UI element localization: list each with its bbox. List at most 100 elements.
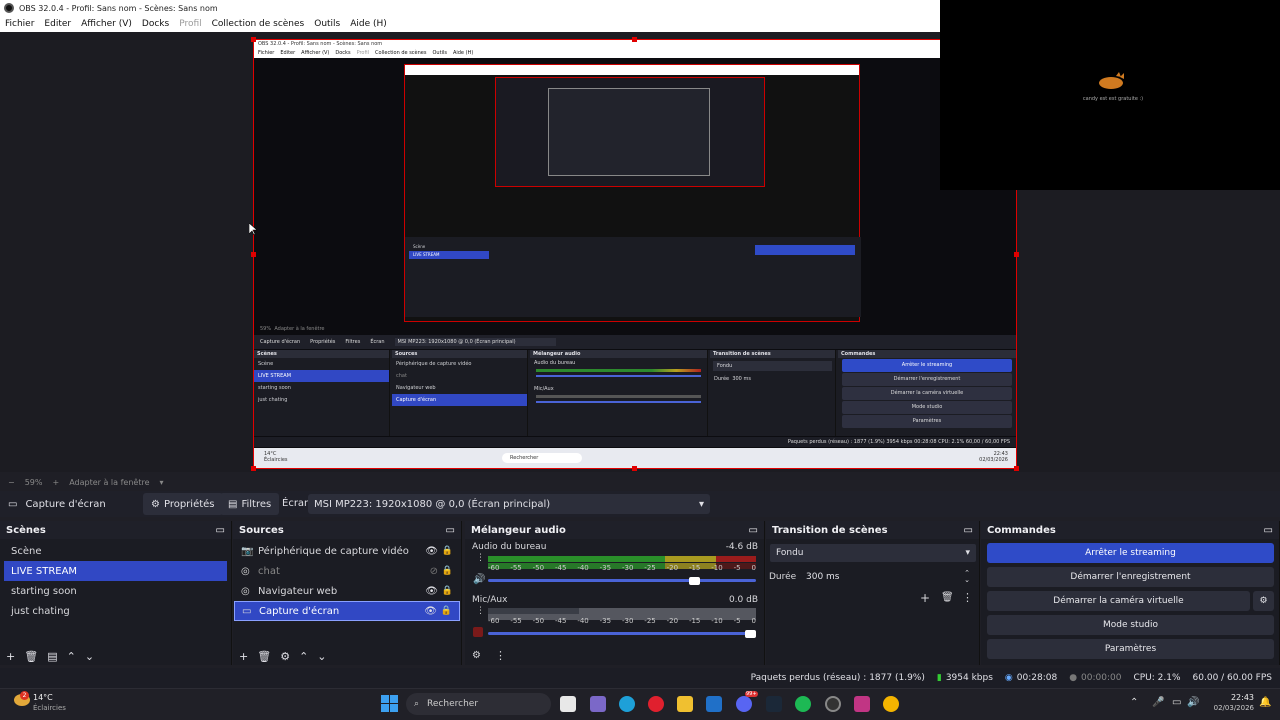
transition-menu-icon[interactable]: ⋮ — [962, 591, 973, 604]
chevron-up-icon[interactable]: ⌃ — [1130, 697, 1138, 708]
resize-handle[interactable] — [1014, 252, 1019, 257]
lock-icon[interactable]: 🔒 — [442, 566, 453, 576]
settings-button[interactable]: Paramètres — [987, 639, 1274, 659]
network-icon[interactable]: ▭ — [1172, 697, 1181, 708]
volume-knob[interactable] — [688, 577, 700, 585]
transition-title: Transition de scènes — [772, 524, 888, 536]
menu-afficher[interactable]: Afficher (V) — [81, 19, 132, 29]
volume-slider-desktop[interactable] — [488, 579, 756, 582]
scene-item[interactable]: starting soon — [4, 581, 227, 601]
microphone-icon[interactable]: 🎤 — [1152, 697, 1164, 708]
volume-slider-mic[interactable] — [488, 632, 756, 635]
discord-icon[interactable] — [736, 696, 752, 712]
properties-button[interactable]: ⚙ Propriétés — [143, 493, 223, 515]
edge-icon[interactable] — [619, 696, 635, 712]
stop-streaming-button[interactable]: Arrêter le streaming — [987, 543, 1274, 563]
scene-item[interactable]: just chating — [4, 601, 227, 621]
scene-item[interactable]: Scène — [4, 541, 227, 561]
obs-logo-icon — [4, 3, 14, 13]
move-down-button[interactable]: ⌄ — [317, 650, 326, 663]
obs-taskbar-icon[interactable] — [825, 696, 841, 712]
add-source-button[interactable]: + — [239, 650, 248, 663]
trash-icon[interactable]: 🗑 — [24, 650, 38, 663]
volume-knob[interactable] — [745, 630, 756, 638]
menu-profil[interactable]: Profil — [179, 19, 201, 29]
menu-outils[interactable]: Outils — [314, 19, 340, 29]
menu-collection[interactable]: Collection de scènes — [212, 19, 305, 29]
fit-dropdown-icon[interactable]: ▾ — [159, 478, 163, 487]
move-up-button[interactable]: ⌃ — [299, 650, 308, 663]
spotify-icon[interactable] — [795, 696, 811, 712]
dock-menu-icon[interactable]: ▭ — [216, 525, 225, 536]
scene-item-selected[interactable]: LIVE STREAM — [4, 561, 227, 581]
store-icon[interactable] — [706, 696, 722, 712]
mixer-settings-icon[interactable]: ⚙ — [472, 650, 481, 661]
folder-icon[interactable] — [677, 696, 693, 712]
gear-icon[interactable]: ⚙ — [280, 650, 290, 663]
eye-icon[interactable]: 👁 — [424, 606, 437, 617]
instagram-icon[interactable] — [854, 696, 870, 712]
resize-handle[interactable] — [251, 252, 256, 257]
trash-icon[interactable]: 🗑 — [257, 650, 271, 663]
move-down-button[interactable]: ⌄ — [85, 650, 94, 663]
dock-menu-icon[interactable]: ▭ — [446, 525, 455, 536]
taskbar-search[interactable]: ⌕ Rechercher — [406, 693, 551, 715]
eye-hidden-icon[interactable]: ⊘ — [430, 566, 438, 577]
channel-menu-icon[interactable]: ⋮ — [476, 554, 485, 563]
start-recording-button[interactable]: Démarrer l'enregistrement — [987, 567, 1274, 587]
resize-handle[interactable] — [632, 37, 637, 42]
source-item[interactable]: ◎ chat ⊘ 🔒 — [234, 561, 460, 581]
mixer-menu-icon[interactable]: ⋮ — [495, 649, 506, 662]
spinner-icon[interactable]: ⌃ ⌄ — [964, 570, 970, 584]
dock-menu-icon[interactable]: ▭ — [964, 525, 973, 536]
volume-icon[interactable]: 🔊 — [1187, 697, 1199, 708]
notification-bell-icon[interactable]: 🔔 — [1259, 697, 1271, 708]
preview-canvas[interactable]: OBS 32.0.4 - Profil: Sans nom - Scènes: … — [251, 37, 1019, 471]
resize-handle[interactable] — [1014, 466, 1019, 471]
speaker-icon[interactable]: 🔊 — [473, 574, 485, 585]
chrome-icon[interactable] — [883, 696, 899, 712]
sources-title: Sources — [239, 524, 284, 536]
resize-handle[interactable] — [632, 466, 637, 471]
menu-fichier[interactable]: Fichier — [5, 19, 34, 29]
virtualcam-settings-gear-icon[interactable]: ⚙ — [1253, 591, 1274, 611]
screen-select[interactable]: MSI MP223: 1920x1080 @ 0,0 (Écran princi… — [308, 494, 710, 514]
fit-to-window[interactable]: Adapter à la fenêtre — [69, 478, 149, 487]
filter-icon[interactable]: ▤ — [47, 650, 57, 663]
trash-icon[interactable]: 🗑 — [941, 592, 954, 603]
weather-badge: 2 — [20, 691, 29, 700]
transition-select[interactable]: Fondu ▾ — [770, 544, 976, 562]
teams-icon[interactable] — [590, 696, 606, 712]
lock-icon[interactable]: 🔒 — [442, 586, 453, 596]
start-virtualcam-button[interactable]: Démarrer la caméra virtuelle — [987, 591, 1250, 611]
source-item[interactable]: ◎ Navigateur web 👁 🔒 — [234, 581, 460, 601]
filters-button[interactable]: ▤ Filtres — [220, 493, 280, 515]
studio-mode-button[interactable]: Mode studio — [987, 615, 1274, 635]
source-item[interactable]: 📷 Périphérique de capture vidéo 👁 🔒 — [234, 541, 460, 561]
resize-handle[interactable] — [251, 466, 256, 471]
task-view-icon[interactable] — [560, 696, 576, 712]
channel-menu-icon[interactable]: ⋮ — [476, 607, 485, 616]
move-up-button[interactable]: ⌃ — [67, 650, 76, 663]
windows-start-icon[interactable] — [381, 695, 398, 712]
dock-menu-icon[interactable]: ▭ — [1264, 525, 1273, 536]
add-scene-button[interactable]: + — [6, 650, 15, 663]
source-item-selected[interactable]: ▭ Capture d'écran 👁 🔒 — [234, 601, 460, 621]
opera-icon[interactable] — [648, 696, 664, 712]
menu-editer[interactable]: Editer — [44, 19, 71, 29]
lock-icon[interactable]: 🔒 — [441, 606, 452, 616]
eye-icon[interactable]: 👁 — [425, 546, 438, 557]
steam-icon[interactable] — [766, 696, 782, 712]
zoom-out-button[interactable]: − — [8, 478, 15, 487]
chevron-down-icon: ▾ — [965, 548, 970, 558]
eye-icon[interactable]: 👁 — [425, 586, 438, 597]
lock-icon[interactable]: 🔒 — [442, 546, 453, 556]
add-transition-button[interactable]: + — [920, 591, 930, 605]
zoom-in-button[interactable]: + — [52, 478, 59, 487]
menu-docks[interactable]: Docks — [142, 19, 169, 29]
dock-menu-icon[interactable]: ▭ — [749, 525, 758, 536]
menu-aide[interactable]: Aide (H) — [350, 19, 387, 29]
resize-handle[interactable] — [251, 37, 256, 42]
duration-input[interactable]: 300 ms ⌃ ⌄ — [800, 568, 976, 586]
mute-icon[interactable] — [473, 627, 483, 637]
